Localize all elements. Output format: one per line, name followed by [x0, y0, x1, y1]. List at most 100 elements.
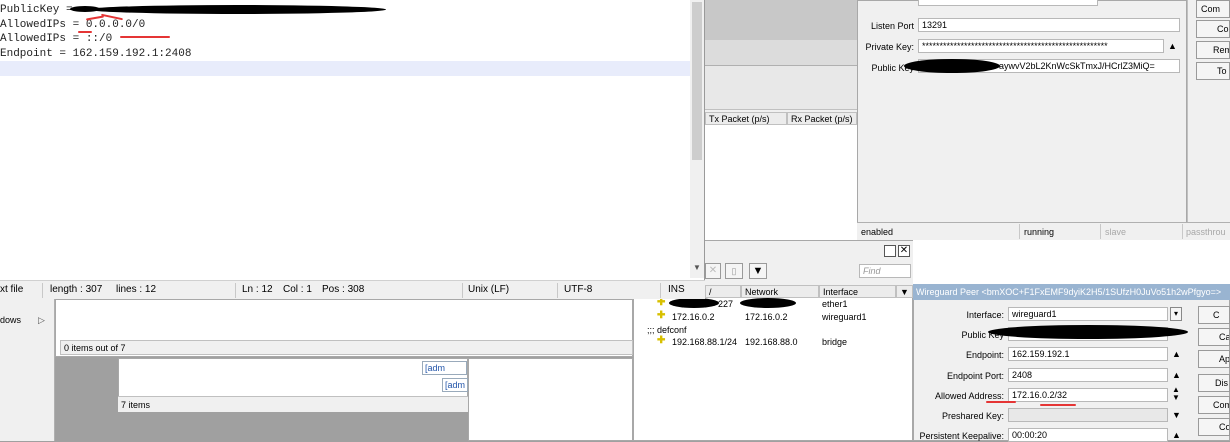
toolbar-strip [705, 66, 857, 110]
route-add-icon: ✚ [657, 335, 666, 346]
maximize-icon[interactable] [884, 245, 896, 257]
close-icon[interactable]: ✕ [898, 245, 910, 257]
toolbar-strip [705, 0, 857, 40]
interface-select[interactable]: wireguard1 [1008, 307, 1168, 321]
filter-icon[interactable]: ▼ [749, 263, 767, 279]
allowed-address-label: Allowed Address: [934, 391, 1004, 401]
collapse-arrow-icon[interactable]: ▲ [1172, 349, 1181, 359]
items-count-bar: 0 items out of 7 [60, 340, 633, 355]
column-header-tx-packet[interactable]: Tx Packet (p/s) [705, 112, 787, 125]
torch-button[interactable]: To [1196, 62, 1230, 80]
log-entry-1[interactable]: [adm [422, 361, 467, 375]
copy-button[interactable]: Co [1198, 418, 1230, 436]
status-ln: Ln : 12 [242, 284, 273, 295]
sidebar-item-windows[interactable]: dows ▷ [0, 315, 52, 329]
redaction-scribble [988, 325, 1188, 339]
redaction-scribble [70, 6, 100, 12]
keepalive-label: Persistent Keepalive: [919, 431, 1004, 441]
status-running: running [1024, 227, 1055, 237]
status-length: length : 307 [50, 284, 103, 295]
find-input[interactable]: Find [859, 264, 911, 278]
remove-button[interactable]: Rem [1196, 41, 1230, 59]
annotation-underline [986, 401, 1016, 403]
status-filetype: xt file [0, 284, 24, 295]
collapse-arrow-icon[interactable]: ▲ [1172, 430, 1181, 440]
listen-port-field[interactable]: 13291 [918, 18, 1180, 32]
submenu-arrow-icon: ▷ [38, 315, 45, 325]
allowed-address-field[interactable]: 172.16.0.2/32 [1008, 388, 1168, 402]
log-entry-text: [adm [425, 363, 446, 373]
comment-button[interactable]: Com [1198, 396, 1230, 414]
redaction-scribble [88, 5, 386, 14]
items-count-text: 0 items out of 7 [64, 343, 126, 353]
annotation-underline [120, 36, 170, 38]
text-editor-window: PublicKey = AllowedIPs = 0.0.0.0/0 Allow… [0, 0, 705, 299]
status-slave: slave [1105, 227, 1127, 237]
interface-label: Interface: [966, 310, 1004, 320]
endpoint-port-field[interactable]: 2408 [1008, 368, 1168, 382]
cancel-button[interactable]: Ca [1198, 328, 1230, 346]
add-remove-arrows-icon[interactable]: ▲ ▼ [1172, 386, 1180, 402]
disable-button[interactable]: Dis [1198, 374, 1230, 392]
code-line-allowedips-v6: AllowedIPs = ::/0 [0, 33, 113, 45]
collapse-arrow-icon[interactable]: ▲ [1168, 41, 1177, 51]
peer-window-titlebar[interactable]: Wireguard Peer <bmXOC+F1FxEMF9dyiK2H5/1S… [913, 284, 1230, 300]
peer-window-title: Wireguard Peer <bmXOC+F1FxEMF9dyiK2H5/1S… [916, 287, 1222, 297]
preshared-key-label: Preshared Key: [941, 411, 1004, 421]
copy-button[interactable]: Co [1196, 20, 1230, 38]
remove-icon[interactable]: ✕ [705, 263, 721, 279]
redaction-scribble [740, 298, 796, 308]
column-header-dst[interactable]: / [705, 285, 741, 298]
status-lines: lines : 12 [116, 284, 157, 295]
status-eol: Unix (LF) [468, 284, 510, 295]
annotation-underline [78, 31, 92, 33]
status-passthrough: passthrou [1186, 227, 1226, 237]
log-entry-2[interactable]: [adm [442, 378, 468, 392]
log-entry-text: [adm [445, 380, 466, 390]
editor-status-bar: xt file length : 307 lines : 12 Ln : 12 … [0, 280, 705, 299]
scroll-down-arrow-icon[interactable]: ▼ [693, 263, 701, 272]
public-key-value: aywvV2bL2KnWcSkTmxJ/HCrlZ3MiQ= [999, 61, 1155, 71]
keepalive-field[interactable]: 00:00:20 [1008, 428, 1168, 442]
endpoint-port-label: Endpoint Port: [946, 371, 1004, 381]
status-col: Col : 1 [283, 284, 312, 295]
items-count-text: 7 items [121, 400, 151, 410]
status-ins: INS [668, 284, 685, 295]
column-menu-arrow-icon[interactable]: ▼ [896, 285, 913, 298]
wireguard-interface-window [857, 0, 1187, 240]
comment-button[interactable]: Com [1196, 0, 1230, 18]
status-pos: Pos : 308 [322, 284, 365, 295]
column-header-rx-packet[interactable]: Rx Packet (p/s) [787, 112, 857, 125]
sidebar-item-label: dows [0, 315, 22, 325]
route-row-2-address[interactable]: 172.16.0.2 [672, 312, 715, 322]
preshared-key-field[interactable] [1008, 408, 1168, 422]
column-header-network[interactable]: Network [741, 285, 819, 298]
dropdown-arrow-icon[interactable]: ▾ [1170, 307, 1182, 321]
white-band [913, 240, 1230, 284]
route-row-1-interface[interactable]: ether1 [822, 299, 848, 309]
column-header-interface[interactable]: Interface [819, 285, 896, 298]
redaction-scribble [669, 298, 719, 308]
private-key-field[interactable]: ****************************************… [918, 39, 1164, 53]
interface-status-bar: enabled running slave passthrou [857, 222, 1230, 240]
code-line-endpoint: Endpoint = 162.159.192.1:2408 [0, 47, 192, 60]
code-line-allowedips-v4: AllowedIPs = 0.0.0.0/0 [0, 18, 146, 31]
route-row-3-interface[interactable]: bridge [822, 337, 847, 347]
copy-icon[interactable]: ▯ [725, 263, 743, 279]
scrollbar-thumb[interactable] [692, 2, 702, 160]
route-group-header: ;;; defconf [647, 325, 687, 335]
route-row-3-address[interactable]: 192.168.88.1/24 [672, 337, 737, 347]
redaction-scribble [904, 59, 1000, 73]
endpoint-field[interactable]: 162.159.192.1 [1008, 347, 1168, 361]
private-key-label: Private Key: [865, 42, 914, 52]
collapse-arrow-icon[interactable]: ▲ [1172, 370, 1181, 380]
endpoint-label: Endpoint: [965, 350, 1004, 360]
route-row-3-network[interactable]: 192.168.88.0 [745, 337, 798, 347]
apply-button[interactable]: Ap [1198, 350, 1230, 368]
ok-button[interactable]: C [1198, 306, 1230, 324]
route-row-2-interface[interactable]: wireguard1 [822, 312, 867, 322]
interface-top-field [918, 0, 1098, 6]
route-row-2-network[interactable]: 172.16.0.2 [745, 312, 788, 322]
expand-arrow-icon[interactable]: ▼ [1172, 410, 1181, 420]
route-row-1-address[interactable]: 227 [718, 299, 733, 309]
